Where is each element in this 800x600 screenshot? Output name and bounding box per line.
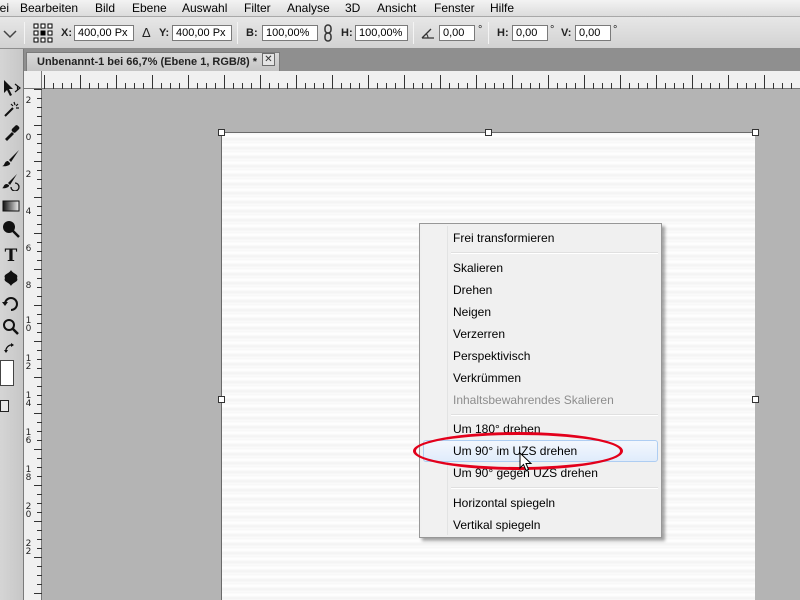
ruler-number: 2 0	[25, 502, 32, 520]
y-position-field[interactable]: 400,00 Px	[172, 25, 232, 41]
ruler-number: 1 8	[25, 465, 32, 483]
menu-item-warp[interactable]: Verkrümmen	[423, 367, 658, 389]
menu-item-flip-horizontal[interactable]: Horizontal spiegeln	[423, 492, 658, 514]
options-separator	[237, 22, 238, 44]
rotate-view-tool-icon[interactable]	[0, 294, 22, 316]
transform-handle-middle-right[interactable]	[752, 396, 759, 403]
ruler-number: 1 2	[25, 354, 32, 372]
zoom-tool-icon[interactable]	[0, 317, 22, 339]
document-tab[interactable]: Unbenannt-1 bei 66,7% (Ebene 1, RGB/8) *	[26, 52, 280, 71]
menu-analyse[interactable]: Analyse	[287, 0, 330, 17]
ruler-origin[interactable]	[24, 71, 42, 89]
horizontal-skew-label: H:	[497, 27, 509, 39]
menu-item-free-transform[interactable]: Frei transformieren	[423, 227, 658, 249]
brush-tool-icon[interactable]	[0, 148, 22, 170]
highlight-ellipse-annotation	[413, 432, 623, 470]
ruler-number: 0	[25, 133, 32, 143]
menu-separator	[451, 487, 658, 489]
rotation-angle-field[interactable]: 0,00	[439, 25, 475, 41]
x-position-field[interactable]: 400,00 Px	[74, 25, 134, 41]
close-tab-icon[interactable]: ✕	[262, 53, 275, 66]
vertical-skew-field[interactable]: 0,00	[575, 25, 611, 41]
degree-unit: °	[478, 24, 483, 36]
history-brush-tool-icon[interactable]	[0, 171, 22, 193]
options-separator	[488, 22, 489, 44]
width-percent-field[interactable]: 100,00%	[262, 25, 318, 41]
menu-hilfe[interactable]: Hilfe	[490, 0, 514, 17]
rotation-angle-icon	[421, 26, 435, 40]
ruler-number: 2	[25, 170, 32, 180]
height-percent-field[interactable]: 100,00%	[355, 25, 408, 41]
menu-separator	[451, 252, 658, 254]
menu-bar: Datei Bearbeiten Bild Ebene Auswahl Filt…	[0, 0, 800, 17]
transform-handle-middle-left[interactable]	[218, 396, 225, 403]
dodge-tool-icon[interactable]	[0, 219, 22, 241]
y-label: Y:	[159, 27, 170, 39]
ruler-number: 2	[25, 96, 32, 106]
ruler-number: 8	[25, 281, 32, 291]
degree-unit: °	[550, 24, 555, 36]
menu-3d[interactable]: 3D	[345, 0, 360, 17]
menu-item-flip-vertical[interactable]: Vertikal spiegeln	[423, 514, 658, 536]
ruler-number: 1 4	[25, 391, 32, 409]
transform-handle-top-right[interactable]	[752, 129, 759, 136]
menu-bearbeiten[interactable]: Bearbeiten	[20, 0, 78, 17]
menu-item-skew[interactable]: Neigen	[423, 301, 658, 323]
menu-ebene[interactable]: Ebene	[132, 0, 167, 17]
ruler-number: 2 2	[25, 539, 32, 557]
tool-preset-icon[interactable]	[2, 28, 18, 39]
vertical-ruler-ticks	[34, 89, 42, 594]
width-label: B:	[246, 27, 258, 39]
options-separator	[24, 22, 25, 44]
ruler-number: 1 6	[25, 428, 32, 446]
horizontal-ruler-ticks	[44, 75, 792, 89]
menu-separator	[451, 414, 658, 416]
ruler-number: 4	[25, 207, 32, 217]
delta-icon[interactable]: Δ	[142, 25, 151, 40]
options-bar: X: 400,00 Px Δ Y: 400,00 Px B: 100,00% H…	[0, 17, 800, 49]
link-chain-icon[interactable]	[322, 24, 334, 42]
menu-item-scale[interactable]: Skalieren	[423, 257, 658, 279]
mouse-cursor-icon	[519, 451, 533, 472]
gradient-tool-icon[interactable]	[0, 196, 22, 218]
transform-context-menu: Frei transformieren Skalieren Drehen Nei…	[419, 223, 662, 538]
photoshop-window: Datei Bearbeiten Bild Ebene Auswahl Filt…	[0, 0, 800, 600]
vertical-ruler[interactable]: 2 0 2 4 6 8 1 0 1 2 1 4 1 6 1 8 2 0 2 2	[24, 89, 42, 600]
menu-datei[interactable]: Datei	[0, 0, 9, 17]
magic-wand-tool-icon[interactable]	[0, 100, 22, 122]
menu-item-rotate[interactable]: Drehen	[423, 279, 658, 301]
x-label: X:	[61, 27, 72, 39]
menu-filter[interactable]: Filter	[244, 0, 271, 17]
menu-fenster[interactable]: Fenster	[434, 0, 475, 17]
menu-ansicht[interactable]: Ansicht	[377, 0, 416, 17]
menu-auswahl[interactable]: Auswahl	[182, 0, 227, 17]
horizontal-ruler[interactable]	[24, 71, 800, 89]
menu-item-distort[interactable]: Verzerren	[423, 323, 658, 345]
menu-item-content-aware-scale: Inhaltsbewahrendes Skalieren	[453, 393, 614, 407]
document-tab-title: Unbenannt-1 bei 66,7% (Ebene 1, RGB/8) *	[37, 56, 258, 68]
menu-bild[interactable]: Bild	[95, 0, 115, 17]
eyedropper-tool-icon[interactable]	[0, 122, 22, 144]
quick-mask-icon[interactable]	[0, 400, 9, 412]
document-tab-bar: Unbenannt-1 bei 66,7% (Ebene 1, RGB/8) *…	[24, 49, 800, 71]
height-label: H:	[341, 27, 353, 39]
move-tool-icon[interactable]	[0, 78, 22, 100]
degree-unit: °	[613, 24, 618, 36]
custom-shape-tool-icon[interactable]	[0, 268, 22, 290]
reference-point-icon[interactable]	[33, 23, 53, 43]
type-tool-icon[interactable]: T	[0, 245, 22, 267]
vertical-skew-label: V:	[561, 27, 572, 39]
menu-item-perspective[interactable]: Perspektivisch	[423, 345, 658, 367]
horizontal-skew-field[interactable]: 0,00	[512, 25, 548, 41]
transform-handle-top-center[interactable]	[485, 129, 492, 136]
options-separator	[413, 22, 414, 44]
transform-handle-top-left[interactable]	[218, 129, 225, 136]
foreground-color-swatch[interactable]	[0, 360, 14, 386]
tools-panel: T	[0, 49, 24, 600]
ruler-number: 1 0	[25, 316, 32, 334]
ruler-number: 6	[25, 244, 32, 254]
